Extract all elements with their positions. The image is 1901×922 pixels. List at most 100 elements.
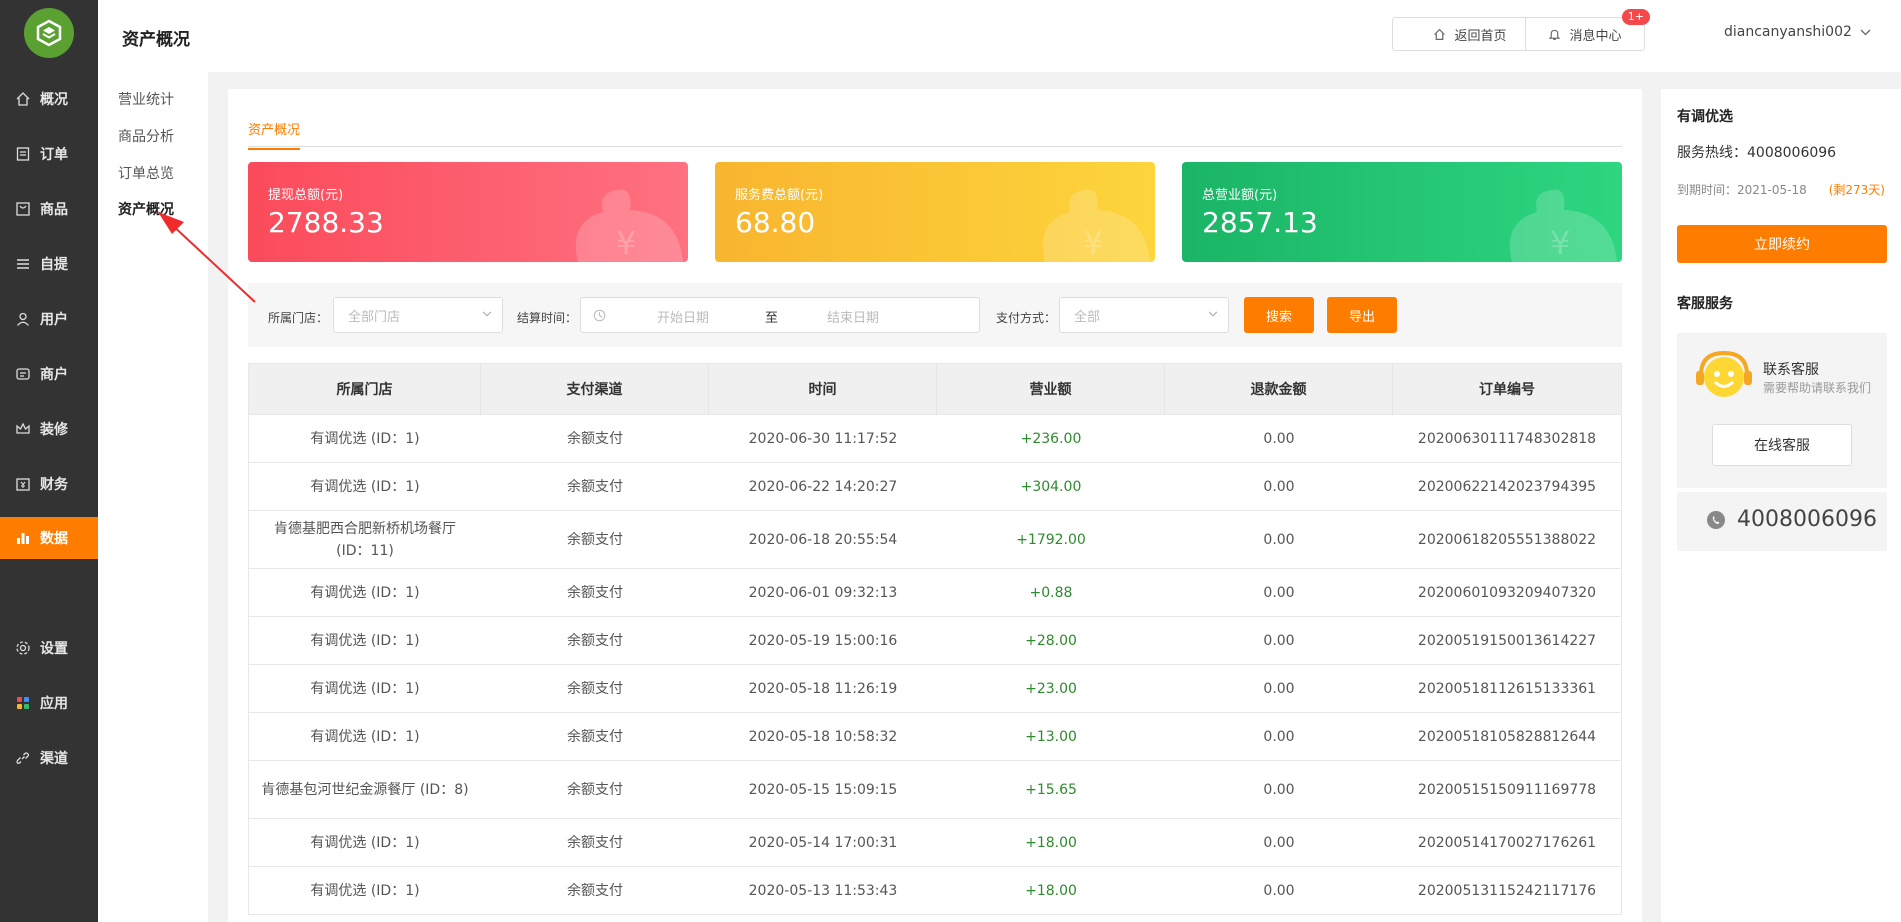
online-service-button[interactable]: 在线客服: [1712, 424, 1852, 466]
renew-button[interactable]: 立即续约: [1677, 225, 1887, 263]
cell-amount: +1792.00: [1016, 531, 1086, 548]
customer-service-box: 联系客服 需要帮助请联系我们 在线客服 4008006096: [1677, 333, 1887, 551]
table-row: 有调优选 (ID：1) 余额支付 2020-05-18 11:26:19 +23.00…: [249, 664, 1621, 712]
column-header-refund: 退款金额: [1165, 364, 1393, 414]
revenue-total-card: 总营业额(元) 2857.13 ¥: [1182, 162, 1622, 262]
goods-icon: [14, 200, 32, 218]
sidebar-item-users[interactable]: 用户: [0, 298, 98, 340]
table-row: 有调优选 (ID：1) 余额支付 2020-05-14 17:00:31 +18.00…: [249, 818, 1621, 866]
sidebar-item-pickup[interactable]: 自提: [0, 243, 98, 285]
tab-divider: [248, 146, 1622, 147]
chevron-down-icon: [482, 311, 492, 317]
table-row: 肯德基肥西合肥新桥机场餐厅 (ID：11) 余额支付 2020-06-18 20:5…: [249, 510, 1621, 568]
column-header-time: 时间: [709, 364, 937, 414]
export-button[interactable]: 导出: [1327, 297, 1397, 333]
submenu-item-goods-analysis[interactable]: 商品分析: [118, 126, 174, 146]
table-row: 有调优选 (ID：1) 余额支付 2020-06-01 09:32:13 +0.88 0…: [249, 568, 1621, 616]
finance-icon: [14, 475, 32, 493]
main-sidebar: 概况 订单 商品 自提 用户 商户 装修 财务 数据 设置 应用 渠道: [0, 0, 98, 922]
contact-service-label: 联系客服: [1763, 362, 1819, 378]
cell-channel: 余额支付: [567, 728, 623, 745]
sidebar-item-finance[interactable]: 财务: [0, 463, 98, 505]
svg-text:¥: ¥: [1083, 224, 1103, 262]
cell-amount: +15.65: [1025, 781, 1077, 798]
sidebar-item-goods[interactable]: 商品: [0, 188, 98, 230]
home-button-label: 返回首页: [1454, 28, 1507, 44]
sidebar-item-decoration[interactable]: 装修: [0, 408, 98, 450]
filter-bar: 所属门店： 全部门店 结算时间： 开始日期 至 结束日期 支付方式： 全部 搜索…: [248, 283, 1622, 347]
asset-table: 所属门店 支付渠道 时间 营业额 退款金额 订单编号 有调优选 (ID：1) 余额…: [248, 363, 1622, 915]
cell-time: 2020-05-18 10:58:32: [748, 728, 898, 745]
sidebar-item-label: 装修: [40, 422, 68, 438]
cell-amount: +18.00: [1025, 834, 1077, 851]
sidebar-item-label: 概况: [40, 92, 68, 108]
cell-time: 2020-06-22 14:20:27: [748, 478, 898, 495]
sidebar-item-channel[interactable]: 渠道: [0, 737, 98, 779]
sidebar-item-label: 应用: [40, 696, 68, 712]
app-logo[interactable]: [24, 8, 74, 58]
column-header-amount: 营业额: [937, 364, 1165, 414]
merchant-icon: [14, 365, 32, 383]
cell-order-no: 20200519150013614227: [1417, 632, 1597, 649]
cell-amount: +28.00: [1025, 632, 1077, 649]
cell-refund: 0.00: [1263, 478, 1295, 495]
start-date-input[interactable]: 开始日期: [657, 307, 709, 326]
sidebar-item-overview[interactable]: 概况: [0, 78, 98, 120]
right-info-panel: 有调优选 服务热线：4008006096 到期时间：2021-05-18 (剩2…: [1661, 89, 1901, 922]
end-date-input[interactable]: 结束日期: [827, 307, 879, 326]
bell-icon: [1548, 28, 1561, 41]
service-divider: [1677, 488, 1887, 492]
date-range-picker[interactable]: 开始日期 至 结束日期: [580, 297, 980, 333]
cell-store: 有调优选 (ID：1): [310, 680, 420, 697]
sidebar-item-orders[interactable]: 订单: [0, 133, 98, 175]
cell-time: 2020-05-18 11:26:19: [748, 680, 898, 697]
sidebar-item-data[interactable]: 数据: [0, 517, 98, 559]
pay-method-select[interactable]: 全部: [1059, 297, 1229, 333]
column-header-channel: 支付渠道: [481, 364, 709, 414]
card-label: 提现总额(元): [268, 188, 344, 203]
cell-store: 有调优选 (ID：1): [310, 584, 420, 601]
cell-channel: 余额支付: [567, 680, 623, 697]
table-header: 所属门店 支付渠道 时间 营业额 退款金额 订单编号: [249, 364, 1621, 414]
chevron-down-icon: [1208, 311, 1218, 317]
submenu-item-asset-overview[interactable]: 资产概况: [118, 199, 174, 219]
service-phone: 4008006096: [1707, 507, 1877, 532]
submenu-item-order-overview[interactable]: 订单总览: [118, 163, 174, 183]
user-menu[interactable]: diancanyanshi002: [1724, 24, 1871, 40]
svg-text:¥: ¥: [616, 224, 636, 262]
cell-amount: +18.00: [1025, 882, 1077, 899]
money-bag-icon: ¥: [1509, 189, 1617, 262]
cell-store: 肯德基肥西合肥新桥机场餐厅 (ID：11): [274, 520, 456, 559]
cell-order-no: 20200518112615133361: [1417, 680, 1597, 697]
message-center-button[interactable]: 消息中心 1+: [1525, 9, 1650, 51]
submenu-item-business-stats[interactable]: 营业统计: [118, 89, 174, 109]
cell-store: 有调优选 (ID：1): [310, 834, 420, 851]
cell-refund: 0.00: [1263, 584, 1295, 601]
cell-refund: 0.00: [1263, 430, 1295, 447]
chart-icon: [14, 529, 32, 547]
card-label: 总营业额(元): [1202, 188, 1278, 203]
chevron-down-icon: [1860, 29, 1871, 36]
sidebar-item-apps[interactable]: 应用: [0, 682, 98, 724]
cell-amount: +304.00: [1020, 478, 1082, 495]
search-button[interactable]: 搜索: [1244, 297, 1314, 333]
svg-text:¥: ¥: [1550, 224, 1570, 262]
money-bag-icon: ¥: [575, 189, 683, 262]
sidebar-item-label: 订单: [40, 147, 68, 163]
pay-filter-label: 支付方式：: [996, 311, 1057, 325]
app-root: 概况 订单 商品 自提 用户 商户 装修 财务 数据 设置 应用 渠道 资产概况…: [0, 0, 1901, 922]
table-row: 有调优选 (ID：1) 余额支付 2020-05-13 11:53:43 +18.00…: [249, 866, 1621, 914]
service-fee-total-card: 服务费总额(元) 68.80 ¥: [715, 162, 1155, 262]
table-row: 有调优选 (ID：1) 余额支付 2020-05-18 10:58:32 +13.00…: [249, 712, 1621, 760]
column-header-store: 所属门店: [249, 364, 481, 414]
sidebar-item-settings[interactable]: 设置: [0, 627, 98, 669]
cell-refund: 0.00: [1263, 728, 1295, 745]
cell-amount: +0.88: [1029, 584, 1073, 601]
cell-channel: 余额支付: [567, 478, 623, 495]
sidebar-item-label: 财务: [40, 477, 68, 493]
table-body: 有调优选 (ID：1) 余额支付 2020-06-30 11:17:52 +236.0…: [249, 414, 1621, 914]
store-select[interactable]: 全部门店: [333, 297, 503, 333]
sidebar-item-merchant[interactable]: 商户: [0, 353, 98, 395]
card-label: 服务费总额(元): [735, 188, 824, 203]
cell-refund: 0.00: [1263, 781, 1295, 798]
